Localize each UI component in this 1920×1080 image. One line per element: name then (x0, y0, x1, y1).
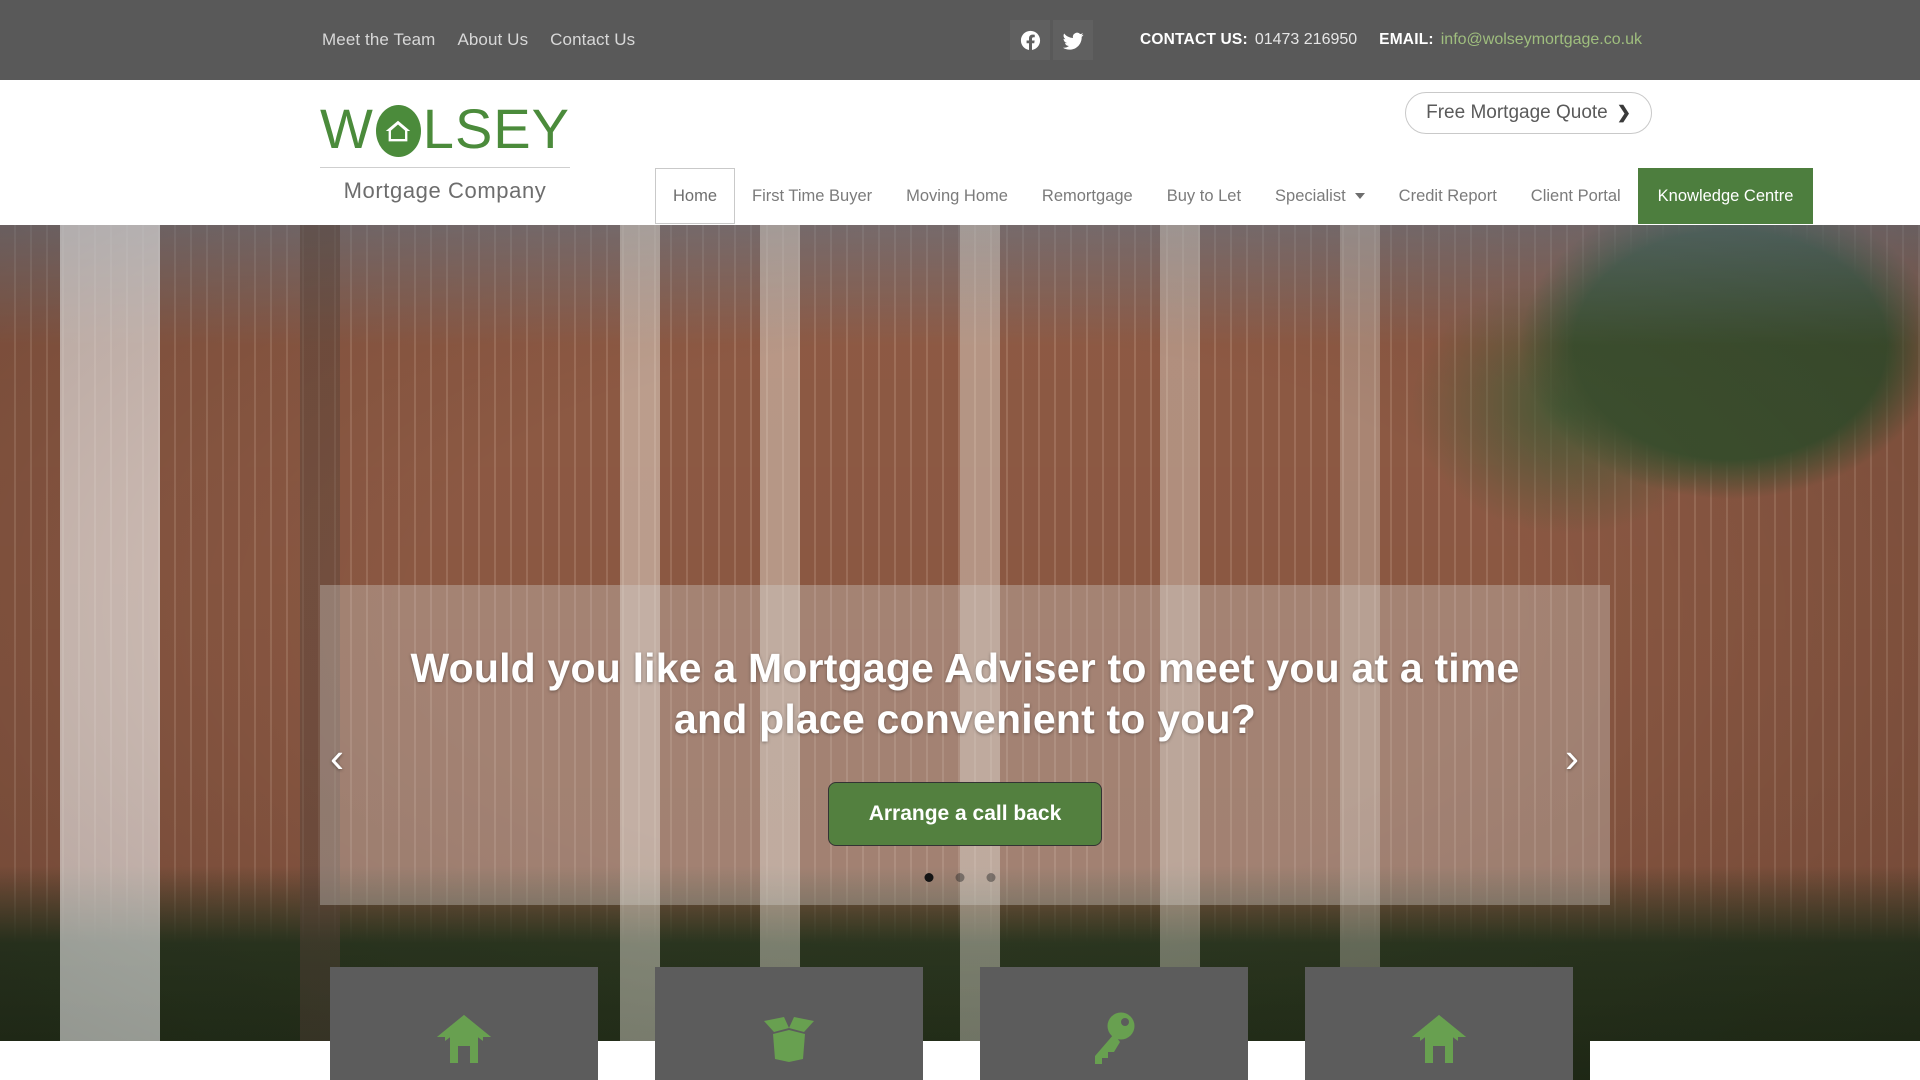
contact-phone-label: CONTACT US: (1140, 31, 1248, 48)
twitter-icon[interactable] (1053, 20, 1093, 60)
site-logo[interactable]: W LSEY Mortgage Company (320, 100, 570, 204)
hero-carousel: Would you like a Mortgage Adviser to mee… (0, 225, 1920, 1080)
house-icon (436, 1011, 492, 1067)
nav-item-first-time-buyer[interactable]: First Time Buyer (735, 168, 889, 224)
contact-phone: CONTACT US: 01473 216950 (1140, 31, 1357, 49)
utility-link-meet-the-team[interactable]: Meet the Team (322, 30, 435, 50)
hero-headline: Would you like a Mortgage Adviser to mee… (410, 645, 1520, 743)
logo-tagline: Mortgage Company (343, 178, 547, 203)
logo-letter-w: W (320, 97, 374, 160)
logo-wordmark: W LSEY (320, 100, 570, 158)
nav-item-client-portal[interactable]: Client Portal (1514, 168, 1638, 224)
carousel-dot-3[interactable] (986, 873, 996, 882)
service-card-first-time-buyer[interactable]: First Time Buyer Buying your first home … (980, 967, 1248, 1080)
utility-link-contact-us[interactable]: Contact Us (550, 30, 635, 50)
nav-item-buy-to-let[interactable]: Buy to Let (1150, 168, 1258, 224)
logo-house-icon (375, 105, 421, 157)
nav-item-specialist[interactable]: Specialist (1258, 168, 1382, 224)
open-box-icon (760, 1011, 818, 1067)
key-icon (1092, 1011, 1136, 1067)
chevron-right-icon: ❯ (1616, 103, 1631, 122)
nav-item-remortgage[interactable]: Remortgage (1025, 168, 1150, 224)
page-background-right (1590, 1041, 1920, 1080)
hero-text-panel: Would you like a Mortgage Adviser to mee… (320, 585, 1610, 905)
carousel-prev-arrow[interactable]: ‹ (330, 737, 344, 779)
nav-item-home[interactable]: Home (655, 168, 736, 224)
logo-divider (320, 167, 570, 168)
house-icon (1411, 1011, 1467, 1067)
nav-item-knowledge-centre[interactable]: Knowledge Centre (1637, 168, 1814, 224)
facebook-icon[interactable] (1010, 20, 1050, 60)
logo-letters-lsey: LSEY (422, 97, 570, 160)
arrange-call-back-button[interactable]: Arrange a call back (827, 781, 1103, 846)
service-card-moving-home[interactable]: Moving Home Getting the right mortgage f… (655, 967, 923, 1080)
page-background-left (0, 1041, 330, 1080)
utility-nav: Meet the Team About Us Contact Us (322, 30, 635, 50)
service-card-list: Remortgage Cut the cost of your mortgage… (330, 967, 1573, 1080)
nav-item-moving-home[interactable]: Moving Home (889, 168, 1025, 224)
carousel-dot-1[interactable] (924, 873, 934, 882)
service-card-remortgage[interactable]: Remortgage Cut the cost of your mortgage… (330, 967, 598, 1080)
utility-link-about-us[interactable]: About Us (457, 30, 528, 50)
carousel-pagination (924, 873, 996, 882)
nav-item-credit-report[interactable]: Credit Report (1382, 168, 1514, 224)
utility-contact-group: CONTACT US: 01473 216950 EMAIL: info@wol… (1010, 20, 1642, 60)
contact-email: EMAIL: info@wolseymortgage.co.uk (1379, 31, 1642, 49)
free-mortgage-quote-button[interactable]: Free Mortgage Quote ❯ (1405, 92, 1652, 134)
carousel-next-arrow[interactable]: › (1565, 737, 1579, 779)
contact-phone-value[interactable]: 01473 216950 (1255, 31, 1357, 49)
nav-item-specialist-label: Specialist (1275, 186, 1346, 205)
contact-email-label: EMAIL: (1379, 31, 1434, 48)
main-navigation: Home First Time Buyer Moving Home Remort… (655, 168, 1814, 224)
utility-bar: Meet the Team About Us Contact Us CONTAC… (0, 0, 1920, 80)
service-card-buy-to-let[interactable]: Buy-To-Let Property investment advice. R… (1305, 967, 1573, 1080)
contact-email-value[interactable]: info@wolseymortgage.co.uk (1441, 31, 1642, 49)
free-mortgage-quote-label: Free Mortgage Quote (1426, 102, 1608, 123)
site-header: W LSEY Mortgage Company Free Mortgage Qu… (0, 80, 1920, 225)
chevron-down-icon (1354, 193, 1365, 199)
carousel-dot-2[interactable] (955, 873, 965, 882)
